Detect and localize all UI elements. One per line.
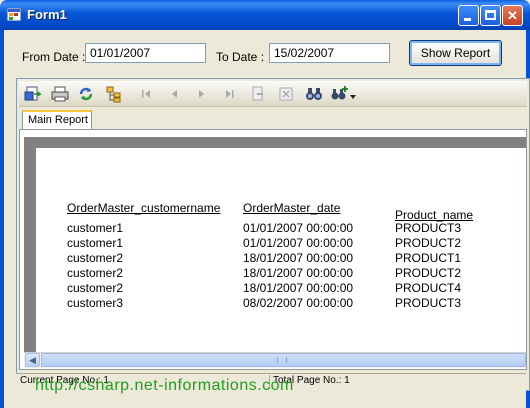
grip-icon <box>277 357 287 363</box>
table-cell: customer3 <box>67 296 124 310</box>
next-page-icon <box>193 85 211 103</box>
close-icon: ✕ <box>507 8 518 23</box>
table-cell: customer2 <box>67 266 124 280</box>
table-cell: customer2 <box>67 281 124 295</box>
table-cell: customer2 <box>67 251 124 265</box>
goto-page-icon <box>249 85 267 103</box>
minimize-button[interactable] <box>458 5 479 26</box>
table-cell: customer1 <box>67 221 124 235</box>
report-canvas: OrderMaster_customername OrderMaster_dat… <box>24 137 526 352</box>
table-cell: PRODUCT3 <box>395 296 462 310</box>
title-bar[interactable]: Form1 ✕ <box>0 0 530 30</box>
minimize-icon <box>464 18 471 21</box>
search-binoculars-icon[interactable] <box>305 85 323 103</box>
table-cell: 01/01/2007 00:00:00 <box>243 221 354 235</box>
crystal-report-viewer: Main Report OrderMaster_customername Ord… <box>16 78 530 391</box>
previous-page-icon <box>165 85 183 103</box>
horizontal-scrollbar[interactable]: ◀ <box>24 352 526 368</box>
form1-window: Form1 ✕ From Date : To Date : Show Repor… <box>0 0 530 408</box>
table-cell: PRODUCT3 <box>395 221 462 235</box>
show-report-button[interactable]: Show Report <box>409 40 502 66</box>
table-cell: PRODUCT4 <box>395 281 462 295</box>
watermark-url: http://csharp.net-informations.com <box>35 377 294 394</box>
table-cell: customer1 <box>67 236 124 250</box>
table-cell: PRODUCT2 <box>395 266 462 280</box>
viewer-toolbar <box>19 81 527 107</box>
close-button[interactable]: ✕ <box>502 5 523 26</box>
zoom-icon[interactable] <box>331 85 349 103</box>
table-cell: PRODUCT2 <box>395 236 462 250</box>
header-product: Product_name <box>395 208 474 222</box>
maximize-button[interactable] <box>480 5 501 26</box>
report-tab-page: OrderMaster_customername OrderMaster_dat… <box>19 129 527 370</box>
report-page: OrderMaster_customername OrderMaster_dat… <box>36 148 526 352</box>
maximize-icon <box>485 10 496 20</box>
close-view-icon <box>277 85 295 103</box>
table-cell: 18/01/2007 00:00:00 <box>243 281 354 295</box>
tab-main-report[interactable]: Main Report <box>22 110 92 130</box>
refresh-icon[interactable] <box>77 85 95 103</box>
scrollbar-thumb[interactable] <box>41 353 526 367</box>
table-cell: PRODUCT1 <box>395 251 462 265</box>
from-date-input[interactable] <box>85 43 206 63</box>
zoom-dropdown-icon[interactable] <box>349 90 357 99</box>
table-cell: 01/01/2007 00:00:00 <box>243 236 354 250</box>
to-date-label: To Date : <box>216 50 265 64</box>
table-cell: 08/02/2007 00:00:00 <box>243 296 354 310</box>
table-cell: 18/01/2007 00:00:00 <box>243 251 354 265</box>
first-page-icon <box>137 85 155 103</box>
header-date: OrderMaster_date <box>243 201 341 215</box>
last-page-icon <box>221 85 239 103</box>
window-title: Form1 <box>27 7 67 22</box>
scroll-left-icon[interactable]: ◀ <box>25 353 40 367</box>
window-border-left <box>0 30 4 408</box>
print-icon[interactable] <box>51 85 69 103</box>
table-cell: 18/01/2007 00:00:00 <box>243 266 354 280</box>
from-date-label: From Date : <box>22 50 86 64</box>
export-icon[interactable] <box>24 85 42 103</box>
header-customername: OrderMaster_customername <box>67 201 221 215</box>
to-date-input[interactable] <box>269 43 390 63</box>
group-tree-icon[interactable] <box>105 85 123 103</box>
app-window-icon <box>7 8 21 21</box>
